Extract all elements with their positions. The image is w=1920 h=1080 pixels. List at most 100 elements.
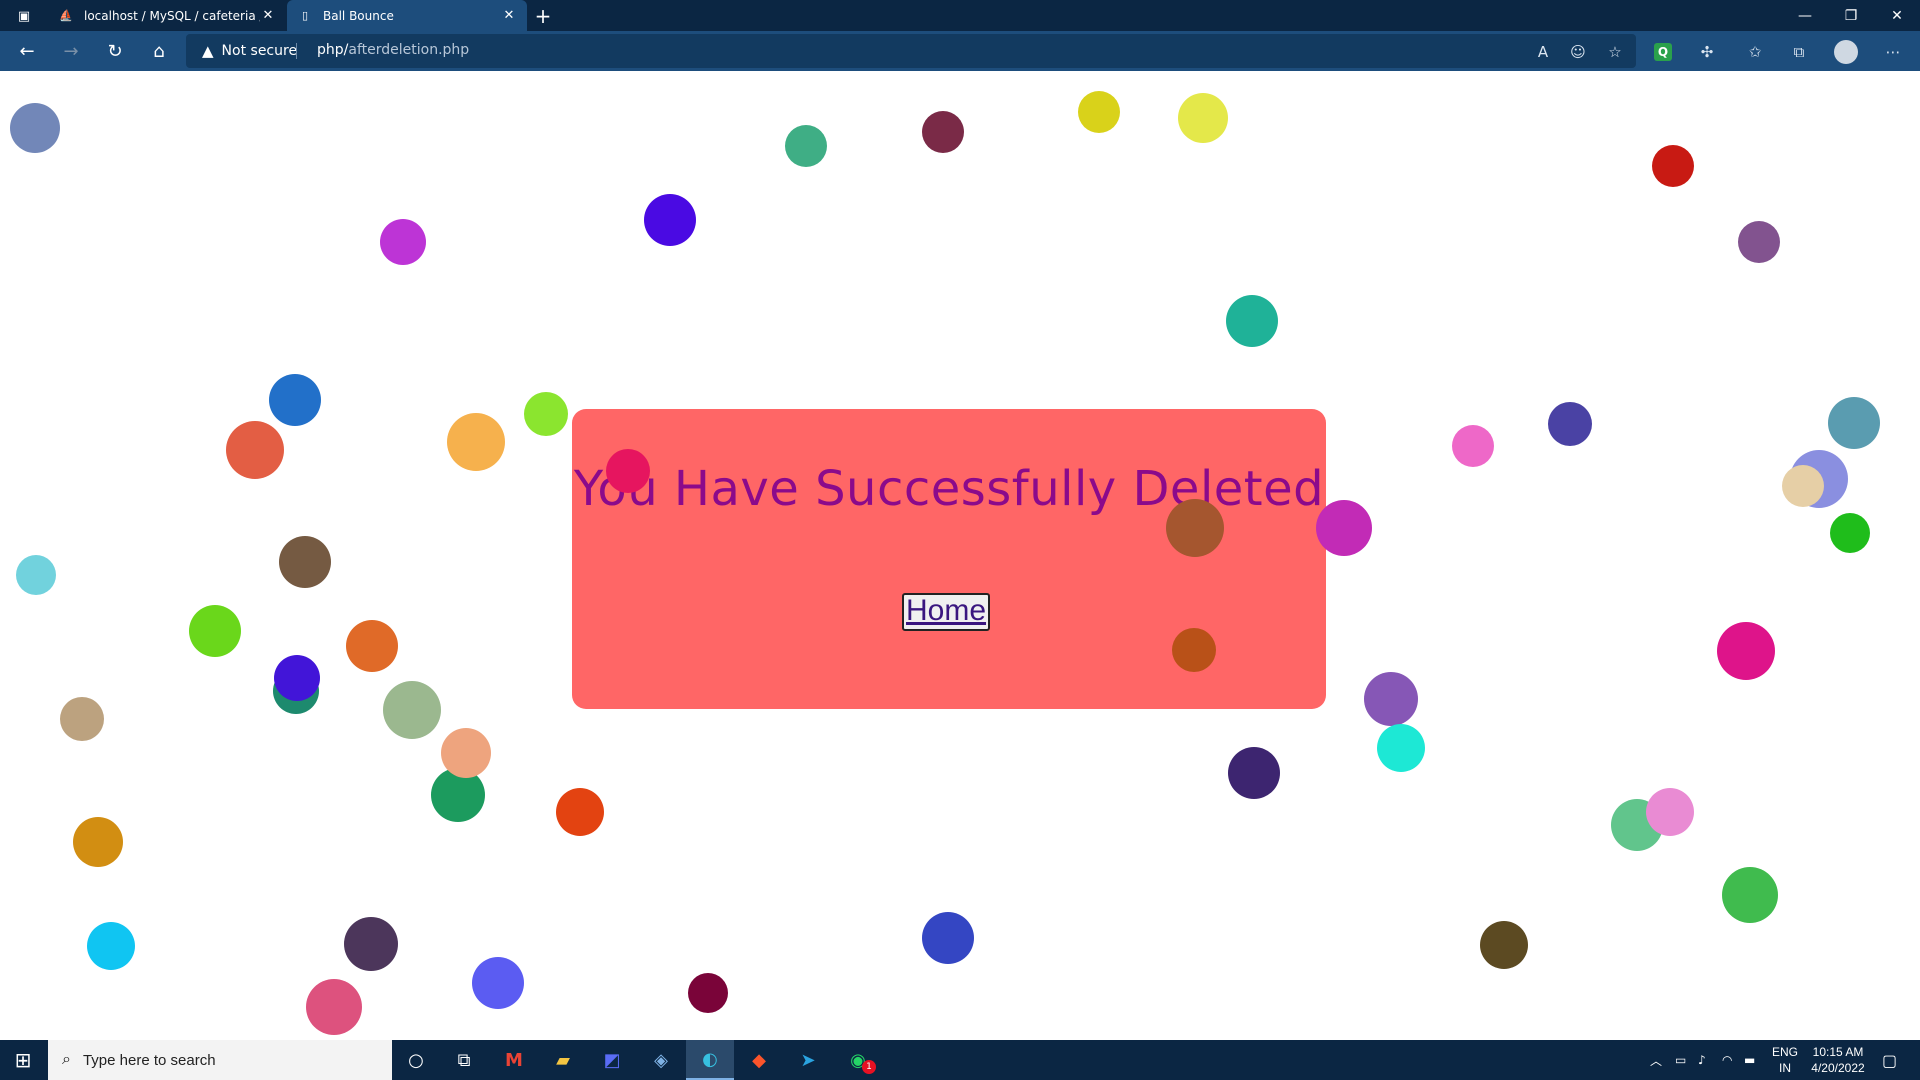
wifi-icon[interactable]: ◠ xyxy=(1722,1040,1732,1080)
gmail-icon[interactable]: M xyxy=(490,1040,538,1080)
ball xyxy=(274,655,320,701)
editor-app-icon[interactable]: ◩ xyxy=(588,1040,636,1080)
notification-badge: 1 xyxy=(862,1060,876,1074)
favorites-icon[interactable]: ✩ xyxy=(1742,39,1768,65)
extensions-icon[interactable]: ✣ xyxy=(1694,39,1720,65)
notifications-icon[interactable]: ▢ xyxy=(1882,1040,1897,1080)
volume-icon[interactable]: ♪ xyxy=(1698,1040,1706,1080)
show-hidden-icons-icon[interactable]: ︿ xyxy=(1650,1040,1662,1080)
extension-q-icon[interactable]: Q xyxy=(1654,43,1672,61)
ball xyxy=(1364,672,1418,726)
ball xyxy=(556,788,604,836)
brave-browser-icon[interactable]: ◆ xyxy=(735,1040,783,1080)
tab-phpmyadmin[interactable]: ⛵ localhost / MySQL / cafeteria / r ✕ xyxy=(48,0,286,31)
profile-avatar[interactable] xyxy=(1834,40,1858,64)
ball xyxy=(10,103,60,153)
ball xyxy=(269,374,321,426)
ball xyxy=(644,194,696,246)
ball xyxy=(16,555,56,595)
ball xyxy=(1722,867,1778,923)
ball xyxy=(1178,93,1228,143)
close-tab-icon[interactable]: ✕ xyxy=(501,8,517,23)
taskbar-search[interactable]: ⌕ Type here to search xyxy=(48,1040,392,1080)
ball xyxy=(1830,513,1870,553)
ball xyxy=(60,697,104,741)
ball xyxy=(1228,747,1280,799)
clock-date: 4/20/2022 xyxy=(1811,1061,1865,1075)
ball xyxy=(1166,499,1224,557)
phpmyadmin-icon: ⛵ xyxy=(59,9,73,22)
language-code: ENG xyxy=(1771,1045,1798,1059)
ball xyxy=(447,413,505,471)
ball xyxy=(1652,145,1694,187)
page-icon: ▯ xyxy=(301,9,309,22)
home-button[interactable]: Home xyxy=(902,593,991,631)
edge-browser-icon[interactable]: ◐ xyxy=(686,1040,734,1080)
language-indicator[interactable]: ENG IN xyxy=(1770,1044,1800,1076)
ball xyxy=(1548,402,1592,446)
ball xyxy=(344,917,398,971)
ball xyxy=(73,817,123,867)
ball xyxy=(226,421,284,479)
home-icon[interactable]: ⌂ xyxy=(144,37,174,65)
ball xyxy=(1828,397,1880,449)
battery-icon[interactable]: ▬ xyxy=(1744,1040,1755,1080)
windows-taskbar: ⊞ ⌕ Type here to search ○ ⧉ M ▰ ◩ ◈ ◐ ◆ … xyxy=(0,1040,1920,1080)
ball xyxy=(1452,425,1494,467)
forward-icon[interactable]: → xyxy=(56,37,86,65)
cortana-icon[interactable]: ○ xyxy=(392,1040,440,1080)
profile-sync-icon[interactable]: ☺ xyxy=(1565,39,1591,65)
ball xyxy=(1172,628,1216,672)
ball xyxy=(1078,91,1120,133)
search-icon: ⌕ xyxy=(62,1051,71,1068)
tab-actions-icon[interactable]: ▣ xyxy=(10,6,38,26)
whatsapp-icon[interactable]: ◉ 1 xyxy=(834,1040,882,1080)
address-bar[interactable]: ▲ Not secure php/afterdeletion.php xyxy=(186,34,1636,68)
warning-icon: ▲ xyxy=(202,42,214,60)
add-favorite-icon[interactable]: ☆ xyxy=(1602,39,1628,65)
task-view-icon[interactable]: ⧉ xyxy=(440,1040,488,1080)
back-icon[interactable]: ← xyxy=(12,37,42,65)
url-host: php/ xyxy=(317,42,349,58)
close-tab-icon[interactable]: ✕ xyxy=(260,8,276,23)
ball xyxy=(306,979,362,1035)
browser-window: ▣ ⛵ localhost / MySQL / cafeteria / r ✕ … xyxy=(0,0,1920,1080)
ball xyxy=(524,392,568,436)
ball xyxy=(279,536,331,588)
clock[interactable]: 10:15 AM 4/20/2022 xyxy=(1806,1044,1870,1076)
restore-icon[interactable]: ❐ xyxy=(1828,0,1874,31)
ball xyxy=(1782,465,1824,507)
file-explorer-icon[interactable]: ▰ xyxy=(539,1040,587,1080)
ball xyxy=(1646,788,1694,836)
security-label: Not secure xyxy=(221,43,298,59)
windows-start-icon[interactable]: ⊞ xyxy=(0,1040,46,1080)
region-code: IN xyxy=(1779,1061,1791,1075)
ball xyxy=(1717,622,1775,680)
ball xyxy=(688,973,728,1013)
ball xyxy=(1480,921,1528,969)
new-tab-icon[interactable]: + xyxy=(531,4,555,28)
refresh-icon[interactable]: ↻ xyxy=(100,37,130,65)
close-window-icon[interactable]: ✕ xyxy=(1874,0,1920,31)
minimize-icon[interactable]: — xyxy=(1782,0,1828,31)
more-menu-icon[interactable]: ⋯ xyxy=(1880,39,1906,65)
collections-icon[interactable]: ⧉ xyxy=(1786,39,1812,65)
address-toolbar: ← → ↻ ⌂ ▲ Not secure php/afterdeletion.p… xyxy=(0,31,1920,71)
url-text[interactable]: php/afterdeletion.php xyxy=(317,42,469,58)
clock-time: 10:15 AM xyxy=(1812,1045,1864,1059)
ball xyxy=(785,125,827,167)
app-icon[interactable]: ◈ xyxy=(637,1040,685,1080)
tab-ball-bounce[interactable]: ▯ Ball Bounce ✕ xyxy=(287,0,527,31)
read-aloud-icon[interactable]: A xyxy=(1530,39,1556,65)
telegram-icon[interactable]: ➤ xyxy=(784,1040,832,1080)
search-placeholder: Type here to search xyxy=(82,1051,216,1069)
ball xyxy=(1316,500,1372,556)
ball xyxy=(1226,295,1278,347)
ball xyxy=(1377,724,1425,772)
security-indicator[interactable]: ▲ Not secure xyxy=(202,42,297,60)
ball xyxy=(380,219,426,265)
tab-title: localhost / MySQL / cafeteria / r xyxy=(84,8,260,23)
ball xyxy=(87,922,135,970)
meet-now-icon[interactable]: ▭ xyxy=(1675,1040,1686,1080)
ball xyxy=(1738,221,1780,263)
